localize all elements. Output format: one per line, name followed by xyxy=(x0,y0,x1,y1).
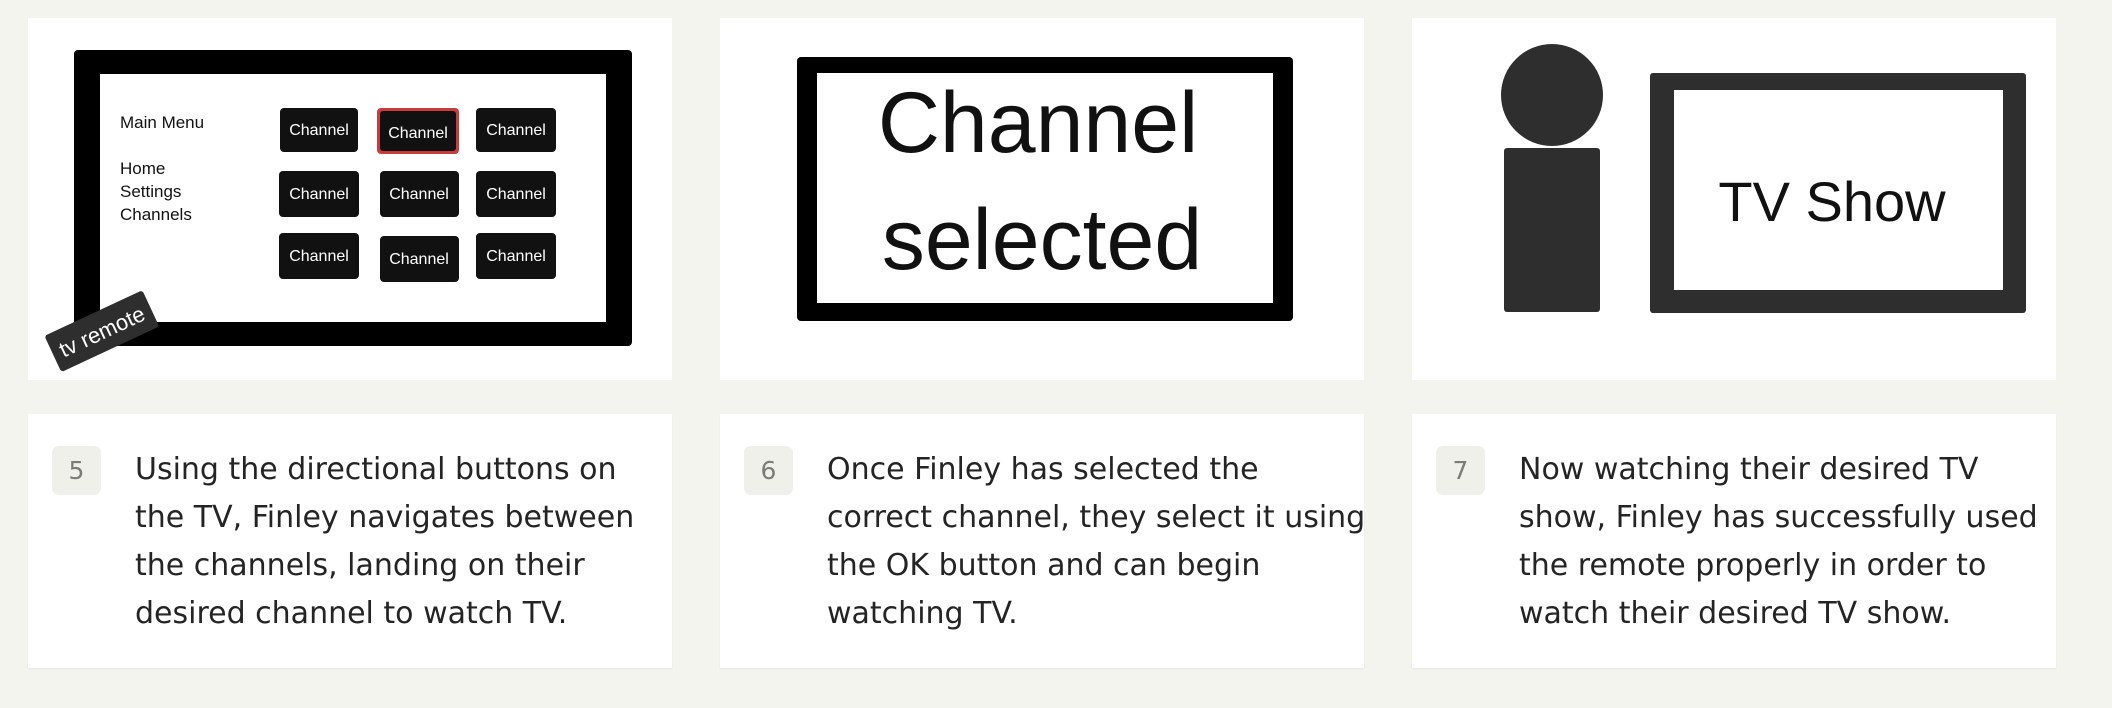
channel-button-label: Channel xyxy=(486,248,546,265)
step-card-5: 5 Using the directional buttons on the T… xyxy=(28,414,672,668)
menu-item-channels: Channels xyxy=(120,205,192,224)
storyboard-panel-channel-selected: Channel selected xyxy=(720,18,1364,380)
channel-selected-illustration: Channel selected xyxy=(797,57,1293,321)
channel-button-label: Channel xyxy=(389,251,449,268)
step-description: Once Finley has selected the correct cha… xyxy=(827,452,1366,631)
channel-button-label: Channel xyxy=(289,122,349,139)
channel-grid: Channel Channel Channel Channel Channel … xyxy=(279,108,556,282)
person-head xyxy=(1501,44,1603,146)
step-number-badge: 6 xyxy=(744,446,793,495)
channel-button-label: Channel xyxy=(389,186,449,203)
step-description: Using the directional buttons on the TV,… xyxy=(135,452,635,631)
watching-tv-illustration: TV Show xyxy=(1501,44,2026,313)
channel-button-label: Channel xyxy=(486,122,546,139)
storyboard-panel-tv-menu: Main Menu Home Settings Channels Channel… xyxy=(28,18,672,380)
storyboard-panel-watching-tv: TV Show xyxy=(1412,18,2056,380)
menu-item-settings: Settings xyxy=(120,182,181,201)
step-card-6: 6 Once Finley has selected the correct c… xyxy=(720,414,1366,668)
channel-button-label: Channel xyxy=(289,186,349,203)
step-description: Now watching their desired TV show, Finl… xyxy=(1519,452,2038,631)
step-number-badge: 5 xyxy=(52,446,101,495)
step-card-7: 7 Now watching their desired TV show, Fi… xyxy=(1412,414,2056,668)
channel-button-label: Channel xyxy=(289,248,349,265)
channel-button-label: Channel xyxy=(486,186,546,203)
menu-item-home: Home xyxy=(120,159,165,178)
channel-button-label: Channel xyxy=(388,125,448,142)
screen-text-line-2: selected xyxy=(882,192,1202,288)
step-number-badge: 7 xyxy=(1436,446,1485,495)
tv-menu-illustration: Main Menu Home Settings Channels Channel… xyxy=(45,50,632,372)
screen-text-line-1: Channel xyxy=(878,75,1198,171)
person-body xyxy=(1504,148,1600,312)
menu-title: Main Menu xyxy=(120,113,204,132)
screen-text: TV Show xyxy=(1718,170,1946,233)
